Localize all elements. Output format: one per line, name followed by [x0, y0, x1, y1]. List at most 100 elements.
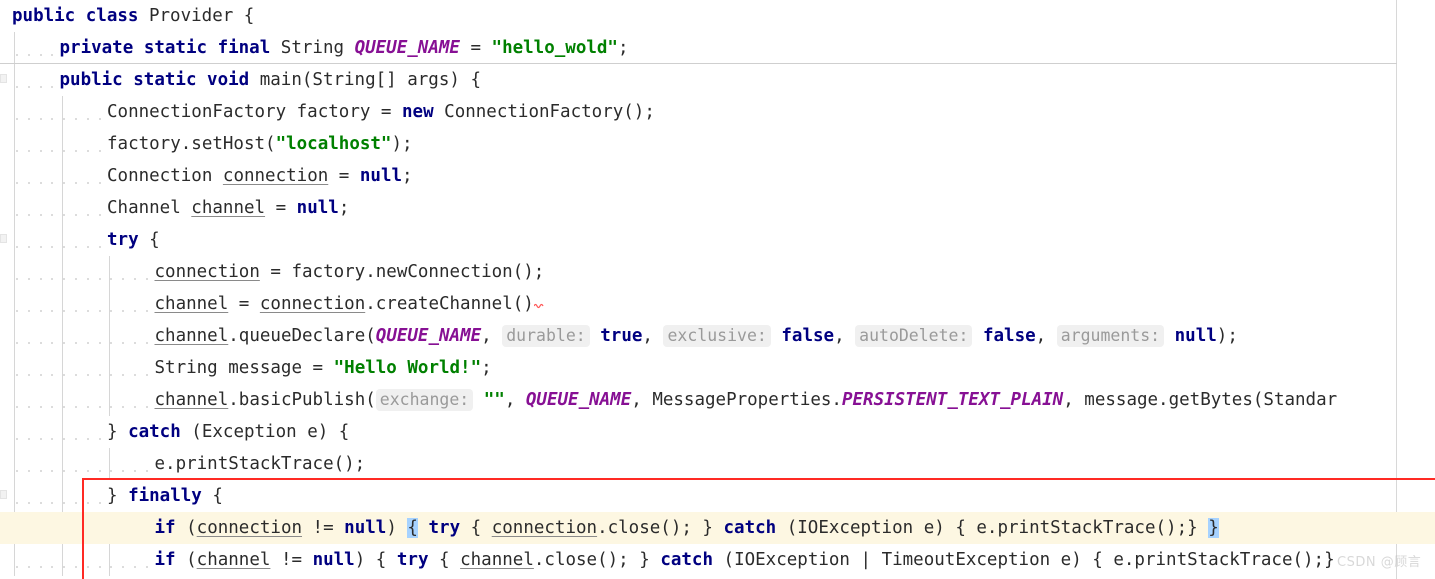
code-token: QUEUE_NAME [375, 326, 482, 346]
code-token: null [296, 198, 339, 218]
code-token: factory.setHost( [107, 134, 276, 154]
code-token: false [982, 326, 1036, 346]
code-line[interactable]: String message = "Hello World!"; [0, 352, 1435, 384]
code-token: { [407, 518, 418, 538]
error-squiggle-icon [533, 288, 544, 309]
code-token: != [302, 518, 345, 538]
code-token: connection [222, 166, 329, 186]
code-token: private [59, 38, 134, 58]
code-token: catch [660, 550, 713, 570]
code-token: ConnectionFactory(); [433, 102, 655, 122]
code-token: try [107, 230, 139, 250]
code-editor[interactable]: public class Provider {private static fi… [0, 0, 1435, 579]
fold-marker-icon[interactable] [0, 234, 7, 243]
code-token: exclusive: [663, 325, 771, 347]
code-token: final [217, 38, 271, 58]
code-token: QUEUE_NAME [525, 390, 632, 410]
fold-marker-icon[interactable] [0, 74, 7, 83]
code-token: try [396, 550, 429, 570]
code-line[interactable]: ConnectionFactory factory = new Connecti… [0, 96, 1435, 128]
code-token: null [359, 166, 403, 186]
code-token: connection [259, 294, 366, 314]
code-token: Provider { [138, 6, 255, 26]
code-token: new [402, 102, 434, 122]
code-token: channel [154, 294, 229, 314]
code-content[interactable]: public class Provider {private static fi… [0, 0, 1435, 576]
code-token: (IOException | TimeoutException e) { e.p… [713, 550, 1335, 570]
code-token: .basicPublish( [228, 390, 376, 410]
fold-marker-icon[interactable] [0, 490, 7, 499]
code-token: , [834, 326, 856, 346]
code-token: channel [460, 550, 534, 570]
code-line[interactable]: channel.queueDeclare(QUEUE_NAME, durable… [0, 320, 1435, 352]
code-token: PERSISTENT_TEXT_PLAIN [841, 390, 1064, 410]
code-token: QUEUE_NAME [354, 38, 460, 58]
code-token: if [154, 550, 176, 570]
code-token: } [107, 422, 129, 442]
code-token: ) [386, 518, 408, 538]
code-token: ( [175, 518, 197, 538]
code-token: autoDelete: [855, 325, 973, 347]
code-token: = [265, 198, 297, 218]
code-token: connection [154, 262, 260, 282]
code-token: "Hello World!" [333, 358, 482, 378]
code-token: { [138, 230, 160, 250]
code-line[interactable]: channel = connection.createChannel() [0, 288, 1435, 320]
code-token: ) { [354, 550, 397, 570]
code-line[interactable]: try { [0, 224, 1435, 256]
code-token: String message = [154, 358, 334, 378]
editor-gutter[interactable] [0, 0, 8, 579]
code-line[interactable]: } finally { [0, 480, 1435, 512]
code-token: null [312, 550, 355, 570]
code-token: = [459, 38, 492, 58]
code-token: String [270, 38, 355, 58]
code-line[interactable]: if (channel != null) { try { channel.clo… [0, 544, 1435, 576]
code-line[interactable]: } catch (Exception e) { [0, 416, 1435, 448]
code-token: void [207, 70, 250, 90]
code-token: , [642, 326, 664, 346]
code-token: .close(); } [533, 550, 661, 570]
code-line[interactable]: e.printStackTrace(); [0, 448, 1435, 480]
code-token: (IOException e) { e.printStackTrace();} [776, 518, 1209, 538]
code-token: , MessageProperties. [631, 390, 842, 410]
code-token: public [12, 6, 76, 26]
code-token: { [201, 486, 223, 506]
code-line[interactable]: Channel channel = null; [0, 192, 1435, 224]
code-line[interactable]: factory.setHost("localhost"); [0, 128, 1435, 160]
code-line[interactable]: Connection connection = null; [0, 160, 1435, 192]
code-token: finally [128, 486, 202, 506]
code-token: (Exception e) { [180, 422, 350, 442]
code-token: channel [154, 326, 229, 346]
code-token: connection [196, 518, 303, 538]
code-token: ; [338, 198, 350, 218]
code-token: channel [154, 390, 229, 410]
code-token: } [107, 486, 129, 506]
code-token: = factory.newConnection(); [259, 262, 545, 282]
code-token: main(String[] args) { [249, 70, 481, 90]
code-line[interactable]: public static void main(String[] args) { [0, 64, 1435, 96]
code-line[interactable]: public class Provider { [0, 0, 1435, 32]
code-line[interactable]: connection = factory.newConnection(); [0, 256, 1435, 288]
code-token: class [85, 6, 139, 26]
code-token: ConnectionFactory factory = [107, 102, 403, 122]
code-token: static [143, 38, 208, 58]
code-token: if [154, 518, 176, 538]
code-token: durable: [502, 325, 590, 347]
code-token: static [133, 70, 197, 90]
code-line[interactable]: if (connection != null) { try { connecti… [0, 512, 1435, 544]
code-token: { [428, 550, 461, 570]
code-token: try [428, 518, 461, 538]
code-token: ; [617, 38, 629, 58]
code-token: = [228, 294, 260, 314]
code-token: , [504, 390, 526, 410]
code-token: channel [191, 198, 266, 218]
code-line[interactable]: private static final String QUEUE_NAME =… [0, 32, 1435, 64]
code-line[interactable]: channel.basicPublish(exchange: "", QUEUE… [0, 384, 1435, 416]
